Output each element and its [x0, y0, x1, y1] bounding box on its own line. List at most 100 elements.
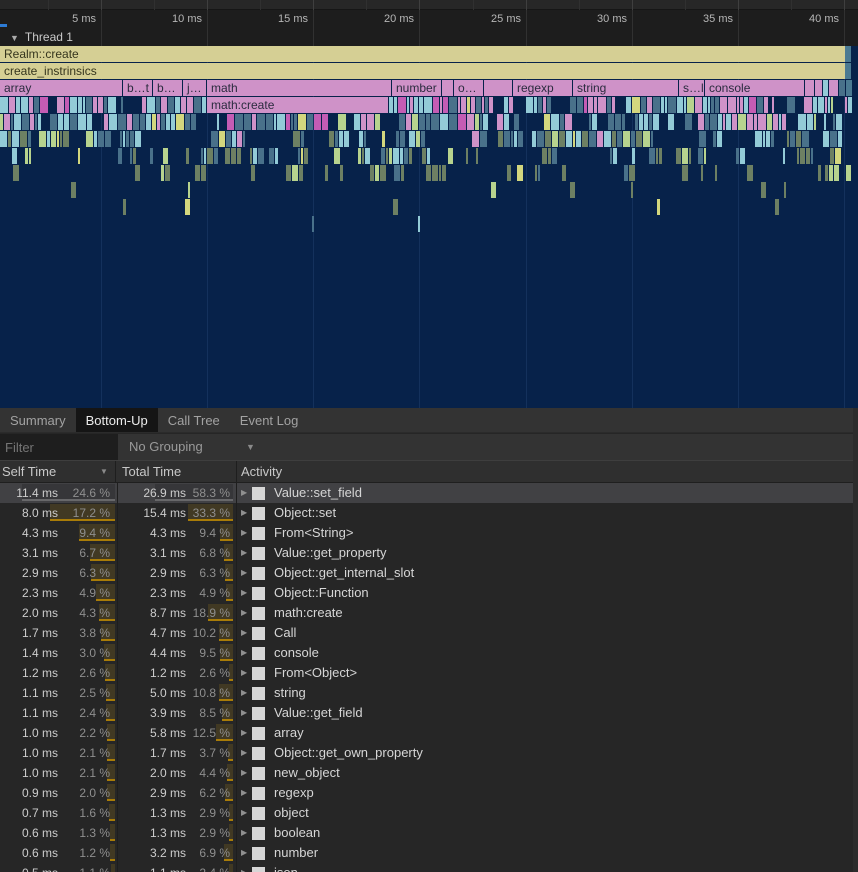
table-row[interactable]: 3.1 ms6.7 %3.1 ms6.8 %▶Value::get_proper…: [0, 543, 858, 563]
flame-frame-fragment[interactable]: [135, 131, 141, 147]
flame-frame-fragment[interactable]: [63, 131, 69, 147]
flame-frame-fragment[interactable]: [796, 131, 801, 147]
tab-summary[interactable]: Summary: [0, 408, 76, 432]
flame-frame-fragment[interactable]: [409, 148, 412, 164]
flame-frame-fragment[interactable]: [400, 148, 403, 164]
chevron-down-icon[interactable]: ▼: [246, 434, 255, 460]
flame-frame-fragment[interactable]: [118, 148, 122, 164]
flame-frame-fragment[interactable]: [684, 97, 686, 113]
flame-frame-fragment[interactable]: [418, 216, 420, 232]
flame-frame-fragment[interactable]: [40, 97, 48, 113]
flame-frame-fragment[interactable]: [156, 97, 160, 113]
flame-frame-fragment[interactable]: [805, 80, 814, 96]
flame-frame-fragment[interactable]: [409, 131, 415, 147]
flame-frame-fragment[interactable]: [732, 114, 737, 130]
flame-frame-fragment[interactable]: [653, 97, 660, 113]
flame-frame-fragment[interactable]: [194, 97, 201, 113]
flame-frame-fragment[interactable]: [482, 97, 484, 113]
expand-icon[interactable]: ▶: [241, 703, 247, 723]
flame-frame-fragment[interactable]: [427, 148, 430, 164]
table-row[interactable]: 0.5 ms1.1 %1.1 ms2.4 %▶json: [0, 863, 858, 872]
flame-frame-fragment[interactable]: [386, 148, 388, 164]
flame-frame-fragment[interactable]: [191, 114, 196, 130]
flame-frame-fragment[interactable]: [631, 182, 633, 198]
flame-frame-fragment[interactable]: [815, 80, 822, 96]
flame-frame-fragment[interactable]: [626, 97, 631, 113]
flame-frame-fragment[interactable]: [806, 148, 810, 164]
flame-frame-fragment[interactable]: [161, 165, 164, 181]
flame-frame-fragment[interactable]: [334, 148, 340, 164]
flame-frame-fragment[interactable]: [421, 131, 425, 147]
flame-frame-fragment[interactable]: [715, 165, 717, 181]
flame-frame-fragment[interactable]: [797, 148, 799, 164]
flame-frame-fragment[interactable]: [458, 97, 460, 113]
flame-frame-fragment[interactable]: [723, 114, 725, 130]
flame-frame-fragment[interactable]: [147, 97, 155, 113]
flame-frame[interactable]: number: [392, 80, 441, 96]
flame-frame-fragment[interactable]: [565, 114, 572, 130]
flame-frame-fragment[interactable]: [814, 114, 816, 130]
flame-frame-fragment[interactable]: [689, 148, 691, 164]
flame-frame-fragment[interactable]: [20, 131, 27, 147]
flame-frame-fragment[interactable]: [29, 148, 31, 164]
column-header-self-time[interactable]: Self Time: [2, 461, 56, 482]
filter-input[interactable]: [0, 434, 118, 460]
flame-frame-fragment[interactable]: [118, 114, 126, 130]
flame-frame-fragment[interactable]: [161, 114, 165, 130]
flame-frame-fragment[interactable]: [560, 114, 564, 130]
flame-frame-fragment[interactable]: [449, 97, 457, 113]
table-row[interactable]: 1.4 ms3.0 %4.4 ms9.5 %▶console: [0, 643, 858, 663]
flame-frame-fragment[interactable]: [483, 114, 488, 130]
expand-icon[interactable]: ▶: [241, 643, 247, 663]
flame-frame-fragment[interactable]: [123, 199, 126, 215]
flame-frame-fragment[interactable]: [779, 114, 781, 130]
flame-frame-fragment[interactable]: [186, 148, 189, 164]
flame-frame-fragment[interactable]: [526, 97, 533, 113]
flame-frame-fragment[interactable]: [226, 131, 231, 147]
flame-frame-fragment[interactable]: [612, 131, 616, 147]
expand-icon[interactable]: ▶: [241, 683, 247, 703]
flame-frame-fragment[interactable]: [367, 114, 374, 130]
flame-frame-fragment[interactable]: [604, 131, 611, 147]
sort-descending-icon[interactable]: ▼: [100, 461, 108, 482]
flame-frame-fragment[interactable]: [419, 114, 425, 130]
flame-frame-fragment[interactable]: [784, 182, 786, 198]
table-row[interactable]: 0.6 ms1.3 %1.3 ms2.9 %▶boolean: [0, 823, 858, 843]
flame-frame-fragment[interactable]: [749, 97, 756, 113]
flame-frame-fragment[interactable]: [485, 97, 488, 113]
flame-frame-fragment[interactable]: [570, 97, 576, 113]
flame-frame-fragment[interactable]: [761, 182, 766, 198]
flame-frame-fragment[interactable]: [773, 114, 778, 130]
expand-icon[interactable]: ▶: [241, 583, 247, 603]
flame-frame-fragment[interactable]: [833, 114, 835, 130]
flame-frame-fragment[interactable]: [30, 114, 34, 130]
flame-frame-fragment[interactable]: [419, 97, 423, 113]
flame-frame-fragment[interactable]: [325, 165, 328, 181]
flame-frame-fragment[interactable]: [47, 131, 50, 147]
flame-frame-fragment[interactable]: [359, 131, 363, 147]
flame-frame-fragment[interactable]: [543, 97, 546, 113]
table-row[interactable]: 2.3 ms4.9 %2.3 ms4.9 %▶Object::Function: [0, 583, 858, 603]
expand-icon[interactable]: ▶: [241, 783, 247, 803]
flame-frame-fragment[interactable]: [50, 114, 57, 130]
flame-frame-fragment[interactable]: [22, 114, 29, 130]
flame-frame-fragment[interactable]: [629, 165, 635, 181]
flame-frame-fragment[interactable]: [298, 148, 300, 164]
flame-frame-fragment[interactable]: [757, 97, 763, 113]
flame-frame-fragment[interactable]: [612, 97, 615, 113]
flame-frame-fragment[interactable]: [127, 114, 132, 130]
expand-icon[interactable]: ▶: [241, 503, 247, 523]
flame-frame-fragment[interactable]: [548, 148, 551, 164]
flame-frame-fragment[interactable]: [720, 97, 727, 113]
flame-frame-fragment[interactable]: [339, 131, 343, 147]
flame-frame-fragment[interactable]: [375, 165, 379, 181]
flame-frame-fragment[interactable]: [433, 97, 439, 113]
flame-frame-fragment[interactable]: [157, 114, 160, 130]
flame-frame-fragment[interactable]: [624, 165, 628, 181]
flame-frame-fragment[interactable]: [338, 114, 346, 130]
flame-frame-fragment[interactable]: [736, 148, 739, 164]
flame-frame-fragment[interactable]: [185, 199, 190, 215]
flame-frame-fragment[interactable]: [301, 131, 304, 147]
flame-frame-fragment[interactable]: [790, 131, 795, 147]
flame-frame-fragment[interactable]: [442, 165, 446, 181]
